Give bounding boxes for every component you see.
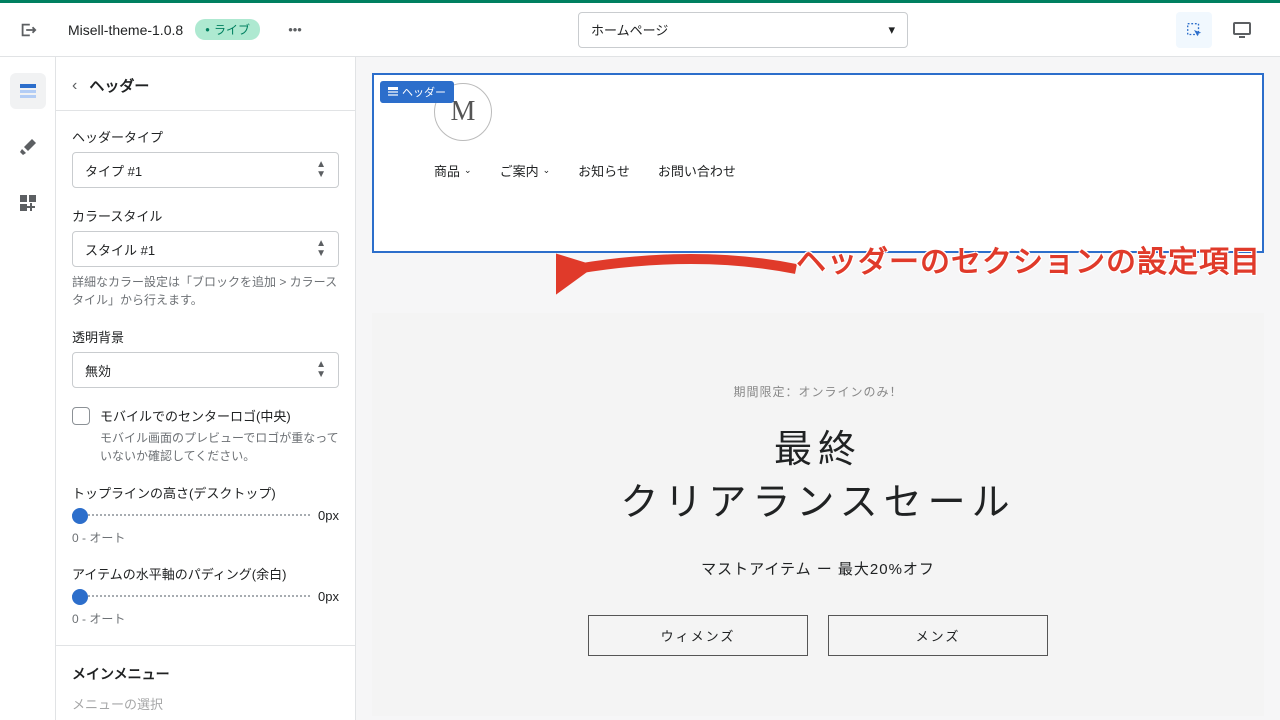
rail-apps[interactable]	[10, 185, 46, 221]
select-caret-icon: ▲▼	[316, 360, 326, 380]
panel-title: ヘッダー	[89, 75, 149, 96]
item-padding-value: 0px	[318, 589, 339, 604]
annotation-text: ヘッダーのセクションの設定項目	[796, 237, 1261, 281]
selection-tag: ヘッダー	[380, 81, 454, 103]
page-selector-value: ホームページ	[591, 20, 668, 39]
nav-item-contact[interactable]: お問い合わせ	[658, 161, 736, 180]
sections-icon	[18, 81, 38, 101]
header-type-select[interactable]: タイプ #1 ▲▼	[72, 152, 339, 188]
main-nav: 商品 ⌄ ご案内 ⌄ お知らせ お問い合わせ	[374, 149, 1262, 196]
topline-height-help: 0 - オート	[72, 529, 339, 546]
header-section[interactable]: ヘッダー M 商品 ⌄ ご案内 ⌄ お知らせ お問い合わせ	[372, 73, 1264, 253]
nav-item-news[interactable]: お知らせ	[578, 161, 630, 180]
select-caret-icon: ▲▼	[316, 239, 326, 259]
rail-sections[interactable]	[10, 73, 46, 109]
item-padding-slider[interactable]	[72, 595, 310, 599]
more-button[interactable]: •••	[280, 22, 310, 37]
hero-btn-womens[interactable]: ウィメンズ	[588, 615, 808, 656]
topline-height-slider[interactable]	[72, 514, 310, 518]
topline-height-label: トップラインの高さ(デスクトップ)	[72, 483, 339, 502]
main-menu-heading: メインメニュー	[72, 664, 339, 684]
desktop-view-button[interactable]	[1224, 12, 1260, 48]
section-icon	[388, 87, 398, 97]
left-rail	[0, 57, 56, 720]
color-style-help: 詳細なカラー設定は「ブロックを追加 > カラースタイル」から行えます。	[72, 273, 339, 309]
inspector-icon	[1185, 21, 1203, 39]
paintbrush-icon	[18, 137, 38, 157]
color-style-select[interactable]: スタイル #1 ▲▼	[72, 231, 339, 267]
nav-item-info[interactable]: ご案内 ⌄	[500, 161, 551, 180]
color-style-label: カラースタイル	[72, 206, 339, 225]
menu-select-label: メニューの選択	[72, 694, 339, 713]
monitor-icon	[1232, 20, 1252, 40]
live-badge: ライブ	[195, 19, 260, 40]
hero-btn-mens[interactable]: メンズ	[828, 615, 1048, 656]
transparent-bg-select[interactable]: 無効 ▲▼	[72, 352, 339, 388]
transparent-bg-label: 透明背景	[72, 327, 339, 346]
hero-eyebrow: 期間限定：オンラインのみ！	[412, 383, 1224, 400]
nav-item-products[interactable]: 商品 ⌄	[434, 161, 472, 180]
mobile-center-logo-help: モバイル画面のプレビューでロゴが重なっていないか確認してください。	[100, 429, 339, 465]
topline-height-value: 0px	[318, 508, 339, 523]
back-button[interactable]: ‹	[72, 77, 77, 95]
item-padding-label: アイテムの水平軸のパディング(余白)	[72, 564, 339, 583]
item-padding-help: 0 - オート	[72, 610, 339, 627]
apps-icon	[18, 193, 38, 213]
settings-sidebar: ‹ ヘッダー ヘッダータイプ タイプ #1 ▲▼ カラースタイル スタイル #1…	[56, 57, 356, 720]
mobile-center-logo-checkbox[interactable]	[72, 407, 90, 425]
header-type-label: ヘッダータイプ	[72, 127, 339, 146]
annotation-arrow	[556, 239, 806, 299]
exit-icon	[19, 21, 37, 39]
hero-title: 最終クリアランスセール	[412, 424, 1224, 530]
preview-area: ヘッダー M 商品 ⌄ ご案内 ⌄ お知らせ お問い合わせ ヘッダーのセクション…	[356, 57, 1280, 720]
rail-theme-settings[interactable]	[10, 129, 46, 165]
select-caret-icon: ▲▼	[316, 160, 326, 180]
chevron-down-icon: ⌄	[464, 165, 472, 176]
hero-subtitle: マストアイテム ー 最大20%オフ	[412, 558, 1224, 579]
chevron-down-icon: ⌄	[543, 165, 551, 176]
theme-name: Misell-theme-1.0.8	[68, 22, 183, 38]
exit-button[interactable]	[8, 10, 48, 50]
topbar: Misell-theme-1.0.8 ライブ ••• ホームページ ▾	[0, 3, 1280, 57]
inspector-toggle[interactable]	[1176, 12, 1212, 48]
hero-section: 期間限定：オンラインのみ！ 最終クリアランスセール マストアイテム ー 最大20…	[372, 313, 1264, 716]
page-selector[interactable]: ホームページ ▾	[578, 12, 908, 48]
mobile-center-logo-label: モバイルでのセンターロゴ(中央)	[100, 406, 339, 425]
chevron-down-icon: ▾	[888, 22, 895, 38]
